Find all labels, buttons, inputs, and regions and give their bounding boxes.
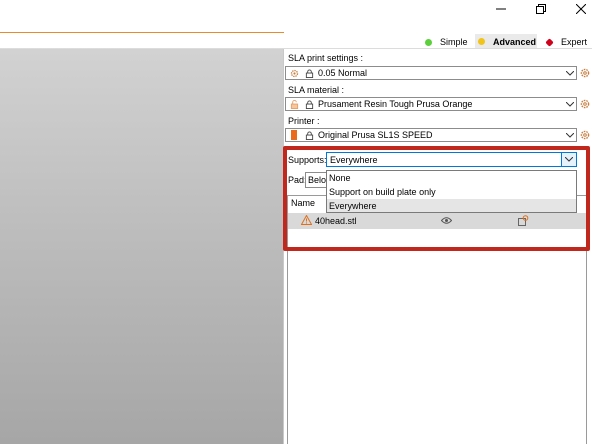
restore-button[interactable] — [521, 0, 561, 18]
printer-value: Original Prusa SL1S SPEED — [318, 130, 433, 140]
mode-simple-label: Simple — [440, 37, 468, 47]
material-value: Prusament Resin Tough Prusa Orange — [318, 99, 473, 109]
minimize-button[interactable] — [481, 0, 521, 18]
material-label: SLA material : — [288, 85, 345, 95]
mode-simple[interactable]: Simple — [425, 36, 468, 48]
printer-combo[interactable]: Original Prusa SL1S SPEED — [285, 128, 577, 142]
mode-advanced-label: Advanced — [493, 36, 537, 47]
highlight-box — [283, 146, 590, 251]
tab-underline — [0, 32, 284, 33]
restore-icon — [536, 4, 546, 14]
printer-label: Printer : — [288, 116, 320, 126]
gear-icon[interactable] — [580, 68, 590, 78]
mode-expert[interactable]: Expert — [545, 36, 588, 48]
print-settings-value: 0.05 Normal — [318, 68, 368, 78]
printer-settings-gear-icon — [290, 69, 299, 77]
yellow-dot-icon — [478, 38, 485, 45]
green-dot-icon — [425, 38, 432, 46]
unlocked-padlock-icon — [290, 99, 299, 109]
red-hexagon-icon — [545, 37, 554, 47]
print-settings-label: SLA print settings : — [288, 53, 364, 63]
material-combo[interactable]: Prusament Resin Tough Prusa Orange — [285, 97, 577, 111]
printer-color-swatch — [291, 130, 297, 140]
close-icon — [576, 4, 586, 14]
chevron-down-icon — [565, 99, 575, 109]
lock-icon — [305, 99, 314, 109]
gear-icon[interactable] — [580, 99, 590, 109]
mode-advanced[interactable]: Advanced — [475, 34, 537, 49]
gear-icon[interactable] — [580, 130, 590, 140]
lock-icon — [305, 68, 314, 78]
chevron-down-icon — [565, 68, 575, 78]
chevron-down-icon — [565, 130, 575, 140]
minimize-icon — [496, 8, 506, 10]
mode-expert-label: Expert — [561, 37, 588, 47]
3d-viewport[interactable] — [0, 49, 283, 444]
close-button[interactable] — [561, 0, 592, 18]
print-settings-combo[interactable]: 0.05 Normal — [285, 66, 577, 80]
lock-icon — [305, 130, 314, 140]
